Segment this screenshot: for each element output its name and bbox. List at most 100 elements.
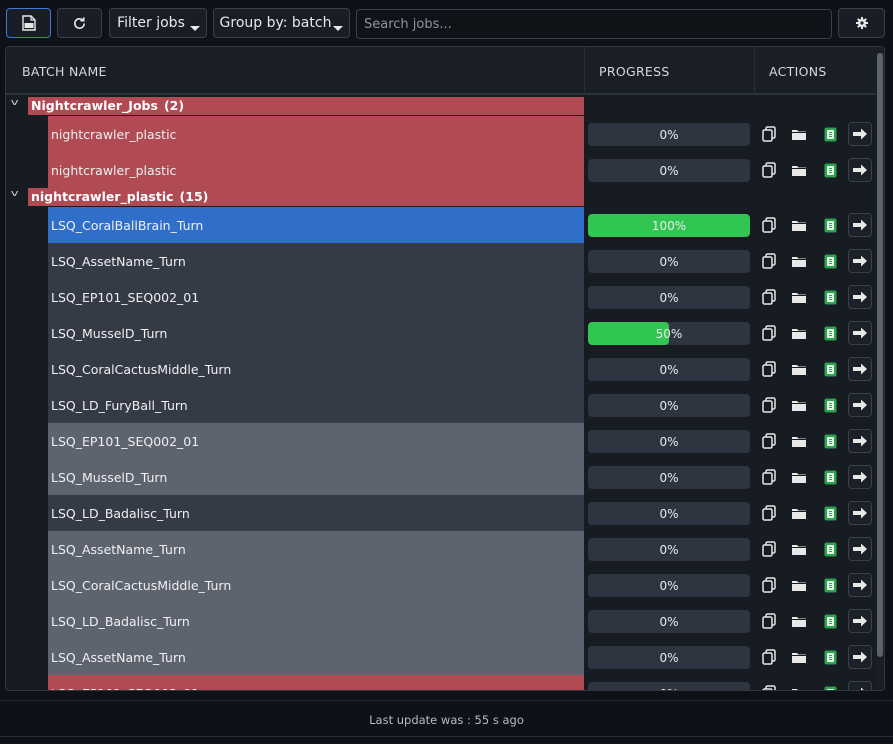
scrollbar-thumb[interactable]: [877, 53, 883, 657]
folder-icon[interactable]: [788, 466, 810, 488]
job-name-cell[interactable]: LSQ_AssetName_Turn: [48, 243, 584, 279]
job-row[interactable]: LSQ_LD_FuryBall_Turn 0%: [6, 387, 878, 423]
job-row[interactable]: nightcrawler_plastic 0%: [6, 152, 878, 188]
run-button[interactable]: [848, 393, 872, 417]
run-button[interactable]: [848, 213, 872, 237]
job-name-cell[interactable]: LSQ_EP101_SEQ002_01: [48, 279, 584, 315]
job-row[interactable]: LSQ_MusselD_Turn 50%: [6, 315, 878, 351]
job-row[interactable]: LSQ_CoralBallBrain_Turn 100%: [6, 207, 878, 243]
run-button[interactable]: [848, 465, 872, 489]
run-button[interactable]: [848, 122, 872, 146]
copy-icon[interactable]: [758, 159, 780, 181]
copy-icon[interactable]: [758, 502, 780, 524]
log-file-icon[interactable]: [819, 466, 841, 488]
job-name-cell[interactable]: LSQ_LD_FuryBall_Turn: [48, 387, 584, 423]
run-button[interactable]: [848, 681, 872, 690]
run-button[interactable]: [848, 645, 872, 669]
folder-icon[interactable]: [788, 682, 810, 690]
settings-button[interactable]: [838, 8, 885, 38]
log-file-icon[interactable]: [819, 538, 841, 560]
log-file-icon[interactable]: [819, 646, 841, 668]
folder-icon[interactable]: [788, 502, 810, 524]
log-file-icon[interactable]: [819, 394, 841, 416]
job-name-cell[interactable]: LSQ_EP101_SEQ002_01: [48, 423, 584, 459]
folder-icon[interactable]: [788, 538, 810, 560]
job-name-cell[interactable]: nightcrawler_plastic: [48, 152, 584, 188]
search-input[interactable]: [356, 9, 832, 39]
job-name-cell[interactable]: LSQ_CoralBallBrain_Turn: [48, 207, 584, 243]
job-name-cell[interactable]: LSQ_LD_Badalisc_Turn: [48, 495, 584, 531]
job-row[interactable]: LSQ_AssetName_Turn 0%: [6, 243, 878, 279]
copy-icon[interactable]: [758, 646, 780, 668]
run-button[interactable]: [848, 609, 872, 633]
job-row[interactable]: LSQ_EP101_SEQ002_01 0%: [6, 423, 878, 459]
run-button[interactable]: [848, 357, 872, 381]
folder-icon[interactable]: [788, 610, 810, 632]
job-row[interactable]: LSQ_EP101_SEQ002_01 0%: [6, 279, 878, 315]
copy-icon[interactable]: [758, 538, 780, 560]
job-row[interactable]: LSQ_LD_Badalisc_Turn 0%: [6, 495, 878, 531]
copy-icon[interactable]: [758, 123, 780, 145]
copy-icon[interactable]: [758, 286, 780, 308]
chevron-down-icon[interactable]: v: [11, 98, 19, 108]
run-button[interactable]: [848, 573, 872, 597]
log-file-icon[interactable]: [819, 430, 841, 452]
folder-icon[interactable]: [788, 159, 810, 181]
job-name-cell[interactable]: LSQ_AssetName_Turn: [48, 531, 584, 567]
column-header-batch-name[interactable]: BATCH NAME: [8, 47, 584, 95]
new-batch-button[interactable]: [6, 8, 51, 38]
log-file-icon[interactable]: [819, 286, 841, 308]
copy-icon[interactable]: [758, 466, 780, 488]
log-file-icon[interactable]: [819, 502, 841, 524]
folder-icon[interactable]: [788, 394, 810, 416]
job-row[interactable]: LSQ_CoralCactusMiddle_Turn 0%: [6, 567, 878, 603]
job-name-cell[interactable]: nightcrawler_plastic: [48, 116, 584, 152]
log-file-icon[interactable]: [819, 574, 841, 596]
copy-icon[interactable]: [758, 430, 780, 452]
job-row[interactable]: nightcrawler_plastic 0%: [6, 116, 878, 152]
job-name-cell[interactable]: LSQ_CoralCactusMiddle_Turn: [48, 351, 584, 387]
vertical-scrollbar[interactable]: [876, 47, 884, 690]
run-button[interactable]: [848, 501, 872, 525]
log-file-icon[interactable]: [819, 358, 841, 380]
folder-icon[interactable]: [788, 430, 810, 452]
copy-icon[interactable]: [758, 358, 780, 380]
job-name-cell[interactable]: LSQ_MusselD_Turn: [48, 459, 584, 495]
folder-icon[interactable]: [788, 322, 810, 344]
job-row[interactable]: LSQ_EP101_SEQ002_01 0%: [6, 675, 878, 690]
copy-icon[interactable]: [758, 574, 780, 596]
folder-icon[interactable]: [788, 358, 810, 380]
job-name-cell[interactable]: LSQ_MusselD_Turn: [48, 315, 584, 351]
folder-icon[interactable]: [788, 286, 810, 308]
folder-icon[interactable]: [788, 646, 810, 668]
log-file-icon[interactable]: [819, 250, 841, 272]
group-header-row[interactable]: v Nightcrawler_Jobs (2): [6, 97, 878, 116]
column-header-progress[interactable]: PROGRESS: [584, 47, 754, 95]
log-file-icon[interactable]: [819, 214, 841, 236]
run-button[interactable]: [848, 249, 872, 273]
filter-jobs-dropdown[interactable]: Filter jobs: [109, 8, 207, 38]
folder-icon[interactable]: [788, 574, 810, 596]
chevron-down-icon[interactable]: v: [11, 189, 19, 199]
group-by-dropdown[interactable]: Group by: batch: [213, 8, 350, 38]
copy-icon[interactable]: [758, 250, 780, 272]
log-file-icon[interactable]: [819, 610, 841, 632]
run-button[interactable]: [848, 285, 872, 309]
job-name-cell[interactable]: LSQ_AssetName_Turn: [48, 639, 584, 675]
run-button[interactable]: [848, 429, 872, 453]
folder-icon[interactable]: [788, 250, 810, 272]
job-name-cell[interactable]: LSQ_EP101_SEQ002_01: [48, 675, 584, 690]
folder-icon[interactable]: [788, 123, 810, 145]
run-button[interactable]: [848, 158, 872, 182]
folder-icon[interactable]: [788, 214, 810, 236]
job-row[interactable]: LSQ_AssetName_Turn 0%: [6, 531, 878, 567]
job-row[interactable]: LSQ_CoralCactusMiddle_Turn 0%: [6, 351, 878, 387]
log-file-icon[interactable]: [819, 159, 841, 181]
copy-icon[interactable]: [758, 322, 780, 344]
log-file-icon[interactable]: [819, 123, 841, 145]
job-name-cell[interactable]: LSQ_CoralCactusMiddle_Turn: [48, 567, 584, 603]
refresh-button[interactable]: [57, 8, 102, 38]
copy-icon[interactable]: [758, 682, 780, 690]
group-header-row[interactable]: v nightcrawler_plastic (15): [6, 188, 878, 207]
log-file-icon[interactable]: [819, 682, 841, 690]
